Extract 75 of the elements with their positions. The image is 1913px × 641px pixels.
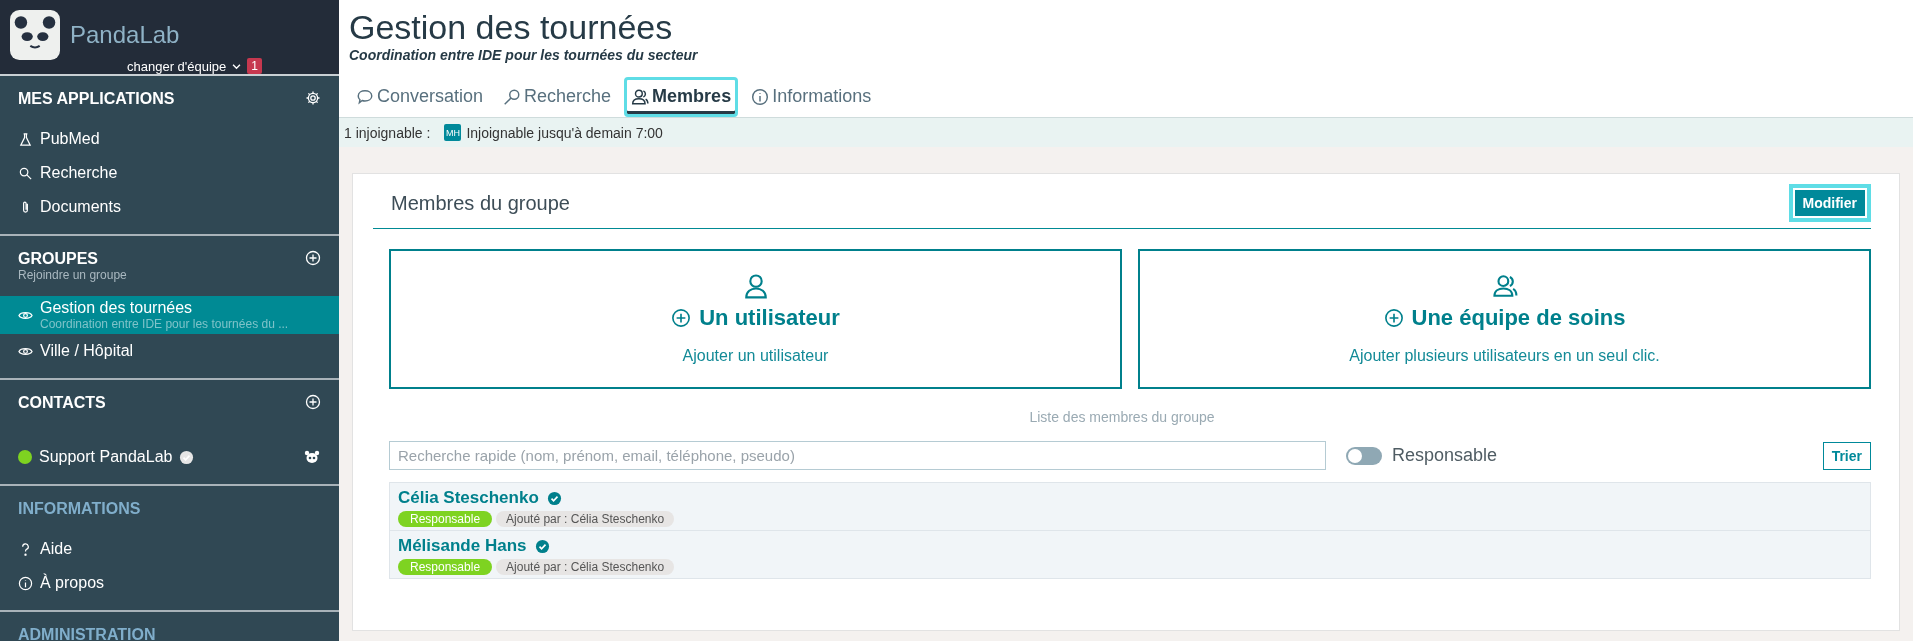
add-icon[interactable]: [305, 250, 321, 266]
panda-logo-icon: [10, 10, 60, 60]
plus-circle-icon: [1383, 308, 1404, 328]
sidebar-item[interactable]: À propos: [0, 566, 339, 600]
verified-icon: [546, 490, 562, 506]
info-icon: [751, 87, 770, 106]
settings-icon[interactable]: [305, 90, 321, 106]
edit-button[interactable]: Modifier: [1788, 184, 1871, 222]
verified-icon: [179, 449, 195, 465]
card-description: Ajouter un utilisateur: [682, 347, 829, 365]
verified-icon: [534, 538, 550, 554]
sidebar-item[interactable]: Ville / Hôpital: [0, 334, 339, 368]
page-subtitle: Coordination entre IDE pour les tournées du secteur: [349, 47, 699, 63]
section-heading: CONTACTS: [18, 394, 106, 412]
card-description: Ajouter plusieurs utilisateurs en un seul clic.: [1349, 347, 1660, 365]
tab[interactable]: Informations: [744, 77, 879, 117]
unreachable-count: 1 injoignable :: [344, 124, 431, 141]
search-icon: [18, 165, 33, 181]
search-field[interactable]: Recherche rapide (nom, prénom, email, téléphone, pseudo): [389, 441, 1326, 470]
sidebar-item[interactable]: Support PandaLab: [0, 440, 339, 474]
section-heading: ADMINISTRATION: [18, 626, 156, 641]
member-row[interactable]: Célia Steschenko Responsable Ajouté par : Célia Steschenko: [390, 483, 1870, 531]
tab[interactable]: Conversation: [349, 77, 491, 117]
role-tag: Responsable: [398, 511, 493, 527]
added-by-tag: Ajouté par : Célia Steschenko: [496, 511, 675, 527]
panda-icon: [303, 449, 321, 465]
toggle-label: Responsable: [1392, 445, 1498, 466]
item-label: Documents: [40, 198, 121, 216]
item-label: Gestion des tournées: [40, 299, 194, 317]
add-card[interactable]: Une équipe de soins Ajouter plusieurs utilisateurs en un seul clic.: [1138, 249, 1871, 389]
item-label: PubMed: [40, 130, 100, 148]
section-heading: INFORMATIONS: [18, 500, 141, 518]
users-icon: [631, 87, 650, 106]
item-label: À propos: [40, 574, 105, 592]
item-label: Support PandaLab: [39, 448, 173, 466]
magnifier-icon: [503, 87, 522, 106]
sidebar-item[interactable]: Aide: [0, 532, 339, 566]
item-label: Recherche: [40, 164, 118, 182]
join-group-link[interactable]: Rejoindre un groupe: [0, 268, 339, 282]
users-icon: [1491, 273, 1518, 299]
team-switch-link[interactable]: changer d'équipe: [127, 58, 227, 74]
item-label: Ville / Hôpital: [40, 342, 134, 360]
add-icon[interactable]: [305, 394, 321, 410]
card-title: Un utilisateur: [699, 305, 840, 331]
sidebar-item[interactable]: Gestion des tournées Coordination entre IDE pour les tournées du ...: [0, 296, 339, 334]
added-by-tag: Ajouté par : Célia Steschenko: [496, 559, 675, 575]
user-icon: [742, 273, 769, 299]
sidebar-item[interactable]: Documents: [0, 190, 339, 224]
section-heading: GROUPES: [18, 250, 98, 268]
tab[interactable]: Recherche: [496, 77, 619, 117]
sidebar-item[interactable]: Recherche: [0, 156, 339, 190]
item-label: Aide: [40, 540, 73, 558]
member-name: Mélisande Hans: [398, 536, 527, 556]
chat-bubble-icon: [356, 87, 374, 106]
info-icon: [18, 575, 33, 591]
card-title: Une équipe de soins: [1411, 305, 1626, 331]
sidebar-item[interactable]: PubMed: [0, 122, 339, 156]
flask-icon: [18, 131, 33, 147]
list-title: Liste des membres du groupe: [1028, 409, 1216, 425]
plus-circle-icon: [671, 308, 692, 328]
add-card[interactable]: Un utilisateur Ajouter un utilisateur: [389, 249, 1122, 389]
sort-button[interactable]: Trier: [1822, 441, 1871, 470]
user-avatar: MH: [444, 124, 462, 141]
member-row[interactable]: Mélisande Hans Responsable Ajouté par : Célia Steschenko: [390, 531, 1870, 578]
toggle-switch[interactable]: [1346, 446, 1382, 465]
panel-title: Membres du groupe: [391, 191, 570, 215]
unreachable-status: Injoignable jusqu'à demain 7:00: [466, 124, 663, 141]
app-name: PandaLab: [70, 21, 180, 49]
role-tag: Responsable: [398, 559, 493, 575]
notification-badge: 1: [247, 58, 262, 74]
section-heading: MES APPLICATIONS: [18, 90, 175, 108]
member-name: Célia Steschenko: [398, 488, 539, 508]
item-description: Coordination entre IDE pour les tournées du ...: [40, 317, 289, 331]
tab[interactable]: Membres: [624, 77, 739, 117]
page-title: Gestion des tournées: [349, 8, 674, 47]
